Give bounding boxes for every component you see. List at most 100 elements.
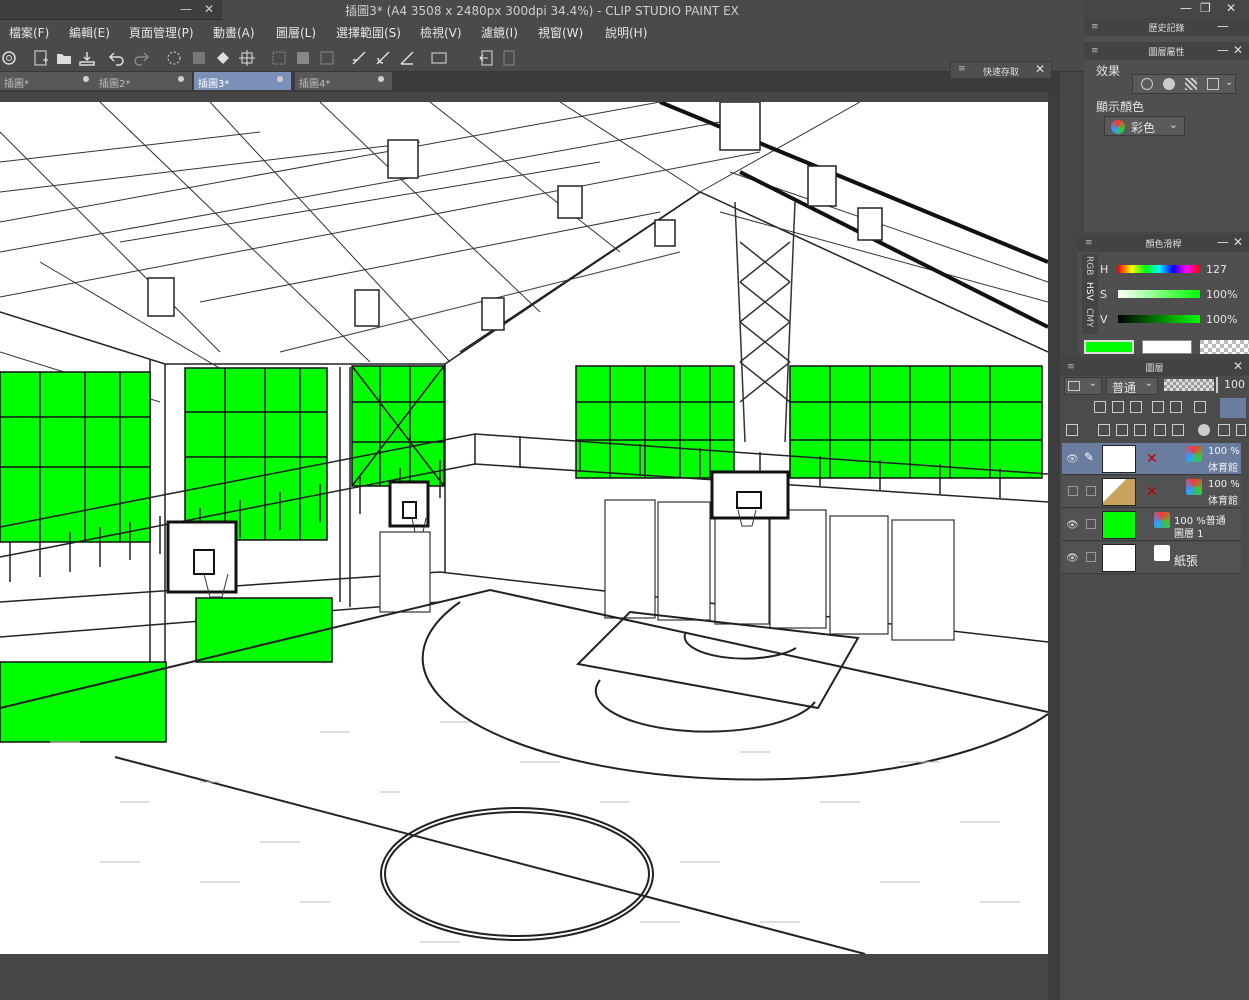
close-icon[interactable]: ✕ xyxy=(1233,235,1243,249)
blend-mode-select[interactable]: 普通 ⌄ xyxy=(1106,377,1158,395)
layer-mask-disabled-icon[interactable]: ✕ xyxy=(1146,451,1158,467)
opacity-slider[interactable] xyxy=(1164,379,1214,391)
apply-mask-icon[interactable] xyxy=(1218,424,1230,436)
menu-filter[interactable]: 濾鏡(I) xyxy=(481,24,518,41)
fill-icon[interactable] xyxy=(214,49,232,67)
new-file-icon[interactable] xyxy=(32,49,50,67)
open-file-icon[interactable] xyxy=(55,49,73,67)
visibility-eye-icon[interactable]: 👁 xyxy=(1066,520,1079,531)
menu-help[interactable]: 說明(H) xyxy=(605,24,647,41)
merge-down-icon[interactable] xyxy=(1172,424,1184,436)
layer-lock-toggle[interactable] xyxy=(1086,519,1096,529)
watercolor-effect-icon[interactable] xyxy=(1163,78,1175,90)
tab-cmy[interactable]: CMY xyxy=(1084,308,1094,328)
workspace-icon[interactable] xyxy=(430,49,448,67)
layer-row[interactable]: ✕ 100 % 体育館 xyxy=(1062,476,1241,508)
layer-mask-disabled-icon[interactable]: ✕ xyxy=(1146,484,1158,500)
convert-selection-icon[interactable] xyxy=(318,49,336,67)
value-slider[interactable] xyxy=(1118,315,1200,323)
new-vector-layer-icon[interactable] xyxy=(1116,424,1128,436)
lock-transparency-icon[interactable] xyxy=(1170,401,1182,413)
saturation-slider[interactable] xyxy=(1118,290,1200,298)
draft-layer-icon[interactable] xyxy=(1130,401,1142,413)
import-icon[interactable] xyxy=(500,49,518,67)
special-ruler-snap-icon[interactable] xyxy=(374,49,392,67)
new-raster-layer-icon[interactable] xyxy=(1098,424,1110,436)
menu-file[interactable]: 檔案(F) xyxy=(9,24,49,41)
new-folder-icon[interactable] xyxy=(1134,424,1146,436)
grid-snap-icon[interactable] xyxy=(398,49,416,67)
v-value[interactable]: 100 xyxy=(1206,313,1227,326)
canvas[interactable] xyxy=(0,102,1048,954)
sub-color-swatch[interactable] xyxy=(1142,340,1192,354)
menu-layer[interactable]: 圖層(L) xyxy=(276,24,316,41)
vertical-scrollbar[interactable] xyxy=(1048,92,1060,1000)
tone-effect-icon[interactable] xyxy=(1185,78,1197,90)
layer-list-icon[interactable] xyxy=(1066,424,1078,436)
delete-layer-icon[interactable] xyxy=(1236,424,1246,436)
minimize-icon[interactable]: — xyxy=(1217,235,1229,249)
layer-row[interactable]: 👁 紙張 xyxy=(1062,542,1241,574)
maximize-icon[interactable]: ❐ xyxy=(1200,1,1211,15)
layer-color-effect-icon[interactable] xyxy=(1207,78,1219,90)
transparent-color-swatch[interactable] xyxy=(1200,340,1249,354)
layer-lock-toggle[interactable] xyxy=(1086,486,1096,496)
menu-selection[interactable]: 選擇範圍(S) xyxy=(336,24,401,41)
visibility-eye-icon[interactable]: 👁 xyxy=(1066,454,1079,465)
save-icon[interactable] xyxy=(78,49,96,67)
tab-illustration-1[interactable]: 插圖* xyxy=(0,72,98,90)
chevron-down-icon[interactable]: ⌄ xyxy=(1225,77,1233,88)
close-icon[interactable]: ✕ xyxy=(1226,1,1236,15)
hue-slider[interactable] xyxy=(1118,265,1200,273)
visibility-eye-icon[interactable]: 👁 xyxy=(1066,553,1079,564)
close-icon[interactable]: ✕ xyxy=(1233,359,1243,373)
tab-illustration-3[interactable]: 插圖3* xyxy=(194,72,292,90)
menu-animation[interactable]: 動畫(A) xyxy=(213,24,255,41)
deselect-icon[interactable] xyxy=(270,49,288,67)
menu-edit[interactable]: 編輯(E) xyxy=(69,24,110,41)
close-tab-icon[interactable] xyxy=(378,76,384,82)
tab-rgb[interactable]: RGB xyxy=(1084,256,1094,275)
tab-illustration-2[interactable]: 插圖2* xyxy=(95,72,193,90)
ruler-display-icon[interactable] xyxy=(1220,398,1246,418)
tab-illustration-4[interactable]: 插圖4* xyxy=(295,72,393,90)
minimize-icon[interactable]: — xyxy=(1180,1,1192,15)
reference-layer-icon[interactable] xyxy=(1112,401,1124,413)
layer-mask-icon[interactable] xyxy=(1198,424,1210,436)
transfer-down-icon[interactable] xyxy=(1154,424,1166,436)
menu-view[interactable]: 檢視(V) xyxy=(420,24,462,41)
invert-selection-icon[interactable] xyxy=(294,49,312,67)
clear-outside-icon[interactable] xyxy=(190,49,208,67)
lock-icon[interactable] xyxy=(1152,401,1164,413)
ruler-snap-icon[interactable] xyxy=(350,49,368,67)
minimize-icon[interactable]: — xyxy=(1217,43,1229,57)
close-tab-icon[interactable] xyxy=(178,76,184,82)
redo-icon[interactable] xyxy=(132,49,150,67)
app-logo-icon[interactable] xyxy=(0,49,18,67)
close-icon[interactable]: ✕ xyxy=(1035,62,1045,76)
close-icon[interactable]: ✕ xyxy=(1233,43,1243,57)
tab-hsv[interactable]: HSV xyxy=(1084,282,1094,301)
menu-window[interactable]: 視窗(W) xyxy=(538,24,583,41)
close-tab-icon[interactable] xyxy=(83,76,89,82)
close-tab-icon[interactable] xyxy=(277,76,283,82)
border-effect-icon[interactable] xyxy=(1141,78,1153,90)
effect-buttons[interactable]: ⌄ xyxy=(1132,74,1236,94)
mask-icon[interactable] xyxy=(1194,401,1206,413)
export-icon[interactable] xyxy=(478,49,496,67)
undo-icon[interactable] xyxy=(108,49,126,67)
opacity-value[interactable]: 100 xyxy=(1224,378,1245,391)
layer-type-select[interactable]: ⌄ xyxy=(1064,377,1102,395)
h-value[interactable]: 127 xyxy=(1206,263,1227,276)
visibility-toggle[interactable] xyxy=(1068,486,1078,496)
menu-page[interactable]: 頁面管理(P) xyxy=(129,24,194,41)
clip-layer-icon[interactable] xyxy=(1094,401,1106,413)
transform-icon[interactable] xyxy=(238,49,256,67)
main-color-swatch[interactable] xyxy=(1084,340,1134,354)
clear-icon[interactable] xyxy=(165,49,183,67)
display-color-select[interactable]: 彩色 ⌄ xyxy=(1104,116,1185,136)
layer-row[interactable]: 👁 100 %普通 圖層 1 xyxy=(1062,509,1241,541)
minimize-icon[interactable]: — xyxy=(1217,19,1229,33)
layer-lock-toggle[interactable] xyxy=(1086,552,1096,562)
layer-row[interactable]: 👁 ✎ ✕ 100 % 体育館 xyxy=(1062,443,1241,475)
